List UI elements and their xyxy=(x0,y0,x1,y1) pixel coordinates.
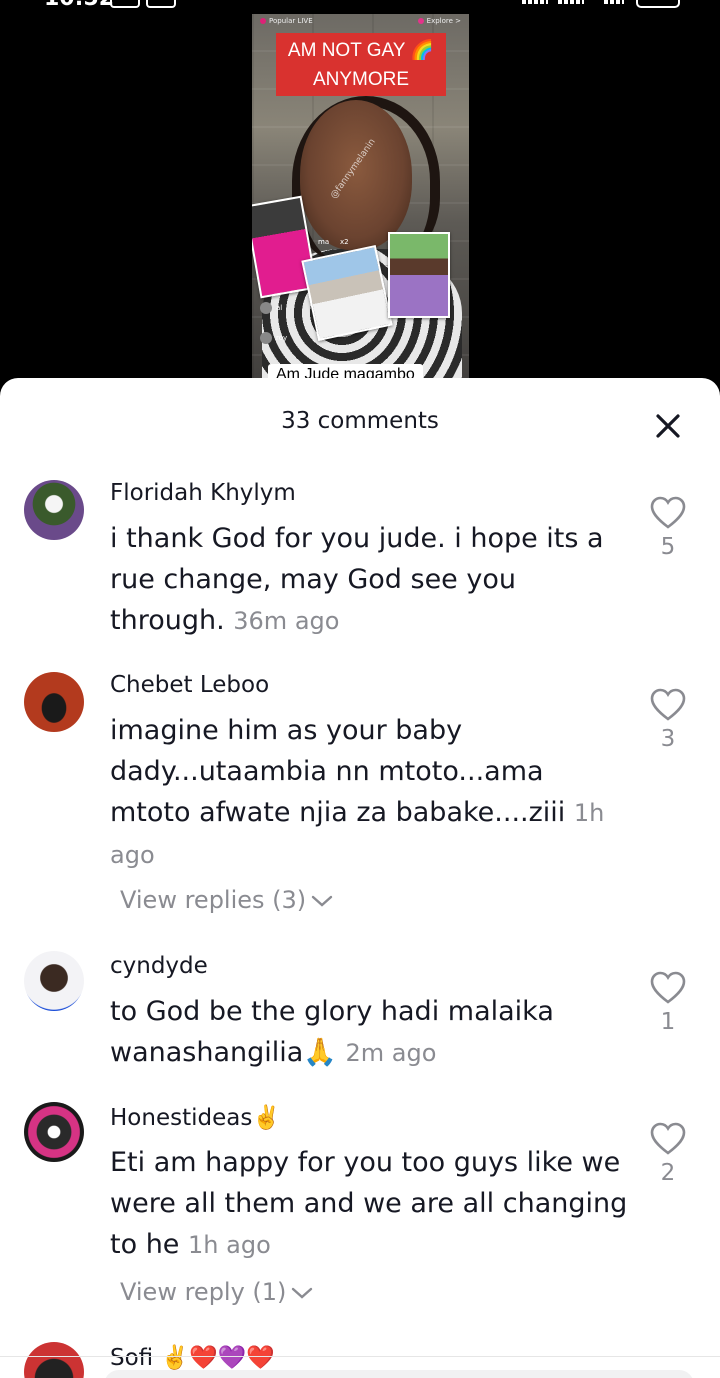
heart-icon xyxy=(650,1122,686,1155)
chevron-down-icon xyxy=(292,1287,313,1299)
explore-label: Explore > xyxy=(426,17,461,25)
comment-text: i thank God for you jude. i hope its a r… xyxy=(110,523,604,636)
message-icon xyxy=(146,0,176,8)
close-button[interactable] xyxy=(650,408,686,444)
chevron-down-icon xyxy=(311,895,333,907)
video-top-bar: Popular LIVE Explore > xyxy=(258,16,463,28)
avatar xyxy=(260,302,272,314)
like-count: 2 xyxy=(660,1160,676,1186)
live-icon xyxy=(260,18,266,24)
explore-icon xyxy=(417,18,424,24)
status-time: 10:52 xyxy=(44,0,114,10)
heart-icon xyxy=(650,688,686,721)
view-replies-button[interactable]: View reply (1) xyxy=(120,1278,314,1306)
comment-text: to God be the glory hadi malaika wanasha… xyxy=(110,996,554,1068)
video-person-face xyxy=(300,100,412,250)
like-count: 5 xyxy=(660,534,676,560)
avatar[interactable] xyxy=(24,672,84,732)
like-button[interactable]: 5 xyxy=(648,496,688,560)
overlay-text-x: x2 xyxy=(340,238,349,246)
avatar xyxy=(260,332,272,344)
avatar[interactable] xyxy=(24,951,84,1011)
wifi-icon xyxy=(604,0,624,4)
status-bar: 10:52 xyxy=(0,0,720,10)
like-button[interactable]: 3 xyxy=(648,688,688,752)
avatar[interactable] xyxy=(24,480,84,540)
comment-username[interactable]: Floridah Khylym xyxy=(110,480,296,506)
heart-icon xyxy=(650,496,686,529)
signal-icon xyxy=(522,0,548,4)
comment-username[interactable]: Sofi ✌️❤️💜❤️ xyxy=(110,1344,275,1371)
overlay-text-ma: ma xyxy=(318,238,330,246)
divider xyxy=(0,1356,720,1357)
comment-input[interactable] xyxy=(104,1370,694,1378)
close-icon xyxy=(656,414,680,438)
avatar[interactable] xyxy=(24,1342,84,1378)
heart-icon xyxy=(650,971,686,1004)
comment-time: 2m ago xyxy=(345,1039,437,1067)
notification-icon xyxy=(110,0,140,8)
battery-icon xyxy=(636,0,680,8)
comment-username[interactable]: Chebet Leboo xyxy=(110,672,269,698)
comment-time: 36m ago xyxy=(233,607,340,635)
avatar[interactable] xyxy=(24,1102,84,1162)
view-replies-button[interactable]: View replies (3) xyxy=(120,886,334,914)
comment-time: 1h ago xyxy=(188,1231,271,1259)
video-title-line1: AM NOT GAY 🌈 xyxy=(287,40,435,61)
video-thumbnail[interactable]: Popular LIVE Explore > @fannymelanin AM … xyxy=(252,14,469,394)
like-button[interactable]: 2 xyxy=(648,1122,688,1186)
comment-username[interactable]: cyndyde xyxy=(110,953,208,979)
live-chat-item: al xyxy=(260,302,282,314)
comment-text: Eti am happy for you too guys like we we… xyxy=(110,1147,628,1260)
live-chat-item: roy xyxy=(260,332,287,344)
video-title-banner: AM NOT GAY 🌈 ANYMORE xyxy=(276,33,446,96)
overlay-photo xyxy=(388,232,450,318)
popular-live-label: Popular LIVE xyxy=(269,17,313,25)
comment-username[interactable]: Honestideas✌️ xyxy=(110,1104,281,1131)
like-count: 3 xyxy=(660,726,676,752)
signal-icon xyxy=(558,0,584,4)
video-title-line2: ANYMORE xyxy=(312,69,410,90)
comments-count-title: 33 comments xyxy=(281,408,439,434)
comment-text: imagine him as your baby dady...utaambia… xyxy=(110,715,605,869)
like-count: 1 xyxy=(660,1009,676,1035)
like-button[interactable]: 1 xyxy=(648,971,688,1035)
comments-sheet: 33 comments Floridah Khylym i thank God … xyxy=(0,378,720,1378)
